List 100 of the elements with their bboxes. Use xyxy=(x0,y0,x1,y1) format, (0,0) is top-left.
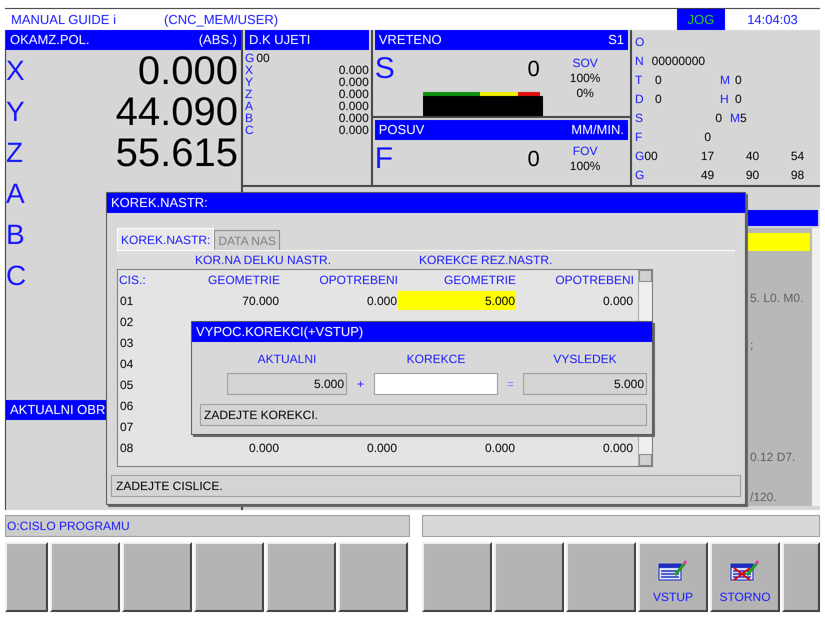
softkey-button[interactable] xyxy=(194,542,264,612)
info-value: 0 xyxy=(655,92,662,106)
info-key: N xyxy=(635,52,644,70)
info-value: 40 xyxy=(746,148,760,162)
softkey-button[interactable] xyxy=(338,542,408,612)
info-key: O xyxy=(635,32,644,50)
axis-value: 0.000 xyxy=(338,112,369,124)
row-number: 08 xyxy=(120,440,134,454)
program-line: 0.12 D7. xyxy=(750,449,796,466)
softkey-button[interactable] xyxy=(50,542,120,612)
equals-sign: = xyxy=(506,376,514,393)
axis-value: 0.000 xyxy=(138,50,238,90)
tab[interactable]: KOREK.NASTR: xyxy=(117,228,214,250)
column-header: OPOTREBENI xyxy=(555,273,634,287)
table-cell[interactable]: 0.000 xyxy=(398,438,516,457)
spindle-letter: S xyxy=(374,50,395,86)
axis-label: Y xyxy=(6,94,25,128)
info-value: 49 xyxy=(700,168,714,182)
column-header: GEOMETRIE xyxy=(444,273,516,287)
program-line: /120. xyxy=(750,489,778,506)
row-number: 06 xyxy=(120,398,134,412)
softkey-button[interactable] xyxy=(422,542,492,612)
program-path: (CNC_MEM/USER) xyxy=(164,10,278,29)
axis-label: X xyxy=(6,54,25,88)
field-label: VYSLEDEK xyxy=(553,352,617,366)
info-value: 0 xyxy=(715,110,722,124)
softkey-button[interactable] xyxy=(5,542,48,612)
override-value: 100% xyxy=(570,159,600,174)
table-delete-icon xyxy=(730,560,760,582)
cursor-highlight xyxy=(746,233,810,251)
plus-sign: + xyxy=(356,376,364,393)
info-key: M xyxy=(720,72,730,86)
g-code-value: 00 xyxy=(256,52,270,64)
override-value: 100% xyxy=(570,71,600,86)
info-key: H xyxy=(720,92,729,106)
info-value: 90 xyxy=(746,168,760,182)
axis-value: 0.000 xyxy=(338,88,369,100)
axis-label: X xyxy=(245,64,254,76)
table-cell[interactable]: 0.000 xyxy=(188,438,280,457)
softkey-button[interactable] xyxy=(782,542,820,612)
table-cell[interactable]: 0.000 xyxy=(280,438,398,457)
info-value: 5 xyxy=(740,110,747,126)
axis-value: 44.090 xyxy=(116,92,238,132)
field-label: KOREKCE xyxy=(406,352,466,366)
table-cell[interactable]: 5.000 xyxy=(398,291,516,310)
feed-header: POSUV MM/MIN. xyxy=(374,120,628,140)
softkey-button[interactable] xyxy=(494,542,564,612)
dialog-title: VYPOC.KOREKCI(+VSTUP) xyxy=(192,322,652,342)
info-value: 0 xyxy=(735,90,742,108)
row-number: 05 xyxy=(120,378,134,392)
group-heading: KOR.NA DELKU NASTR. xyxy=(195,252,332,269)
info-value: 0 xyxy=(735,72,742,88)
info-value: 0 xyxy=(704,130,711,144)
softkey-button[interactable] xyxy=(566,542,636,612)
axis-label: A xyxy=(6,176,25,210)
table-cell[interactable]: 0.000 xyxy=(280,291,398,310)
softkey-button[interactable]: STORNO xyxy=(710,542,780,612)
row-number: 04 xyxy=(120,356,134,370)
column-header: GEOMETRIE xyxy=(208,273,280,287)
feed-letter: F xyxy=(374,140,394,176)
table-cell[interactable]: 0.000 xyxy=(516,438,634,457)
table-edit-icon xyxy=(658,560,688,582)
info-key: F xyxy=(635,130,642,144)
info-value: 98 xyxy=(790,168,804,182)
axis-label: C xyxy=(245,124,254,136)
clock-time: 14:04:03 xyxy=(746,10,799,29)
axis-label: Y xyxy=(245,76,254,88)
softkey-button[interactable] xyxy=(266,542,336,612)
row-number: 07 xyxy=(120,420,134,434)
dialog-message: ZADEJTE KOREKCI. xyxy=(200,404,647,426)
info-key: S xyxy=(635,110,644,124)
axis-value: 0.000 xyxy=(338,124,369,136)
softkey-button[interactable]: VSTUP xyxy=(638,542,708,612)
axis-value: 0.000 xyxy=(338,76,369,88)
app-title: MANUAL GUIDE i xyxy=(11,10,116,29)
axis-label: C xyxy=(6,258,26,292)
axis-label: A xyxy=(245,100,254,112)
feed-rate: 0 xyxy=(528,144,540,172)
group-heading: KOREKCE REZ.NASTR. xyxy=(419,252,552,269)
dialog-message: ZADEJTE CISLICE. xyxy=(111,475,741,497)
load-value: 0% xyxy=(576,86,594,101)
row-number: 02 xyxy=(120,314,134,328)
table-cell[interactable]: 0.000 xyxy=(516,291,634,310)
info-key: M xyxy=(730,108,740,126)
correction-input[interactable] xyxy=(374,373,498,395)
g-code-key: G xyxy=(245,52,254,64)
override-label: SOV xyxy=(572,56,598,71)
message-bar: O:CISLO PROGRAMU xyxy=(5,515,410,537)
column-header: CIS.: xyxy=(119,273,146,287)
softkey-button[interactable] xyxy=(122,542,192,612)
current-value-field: 5.000 xyxy=(227,373,347,395)
table-cell[interactable]: 70.000 xyxy=(188,291,280,310)
info-value: 00 xyxy=(644,148,658,164)
program-line: ; xyxy=(750,337,754,354)
axis-label: Z xyxy=(245,88,252,100)
spindle-header: VRETENO S1 xyxy=(374,30,628,50)
info-value: 0 xyxy=(655,72,662,86)
info-key: D xyxy=(635,92,644,106)
scrollbar[interactable] xyxy=(812,228,820,506)
axis-value: 0.000 xyxy=(338,100,369,112)
